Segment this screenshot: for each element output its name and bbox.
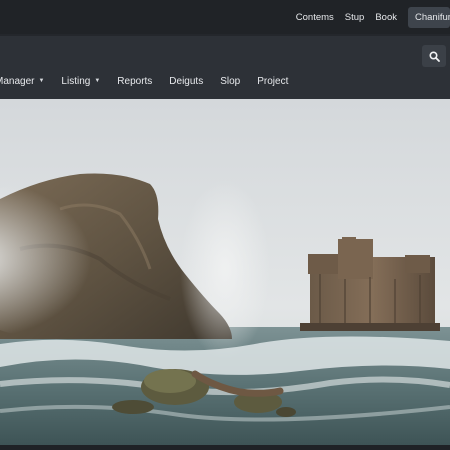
nav-item-label: Reports [117,75,153,87]
hero-scene [0,99,450,445]
chevron-down-icon: ▼ [38,78,45,84]
nav-item-label: Project [257,75,289,87]
top-links: Contems Stup Book Chanifurt [296,6,450,28]
nav-item-label: Slop [220,75,241,87]
nav-item-project[interactable]: Project [257,76,288,87]
top-link-contems[interactable]: Contems [296,12,334,23]
cta-button[interactable]: Chanifurt [408,6,450,28]
nav-item-deiguts[interactable]: Deiguts [169,76,203,87]
top-link-stup[interactable]: Stup [345,12,365,23]
footer-strip [0,445,450,450]
nav-item-listing[interactable]: Listing ▼ [61,76,100,87]
nav-menu: Manager ▼ Listing ▼ Reports Deiguts Slop… [0,74,305,88]
main-navbar: Manager ▼ Listing ▼ Reports Deiguts Slop… [0,36,450,99]
nav-item-slop[interactable]: Slop [220,76,240,87]
nav-item-label: Manager [0,75,35,87]
hero-image [0,99,450,445]
top-bar: Contems Stup Book Chanifurt [0,0,450,34]
chevron-down-icon: ▼ [94,78,101,84]
search-icon [428,50,440,62]
nav-item-label: Deiguts [169,75,204,87]
nav-item-reports[interactable]: Reports [117,76,152,87]
nav-item-label: Listing [61,75,91,87]
top-link-book[interactable]: Book [375,12,397,23]
search-button[interactable] [422,45,446,67]
nav-item-manager[interactable]: Manager ▼ [0,76,44,87]
